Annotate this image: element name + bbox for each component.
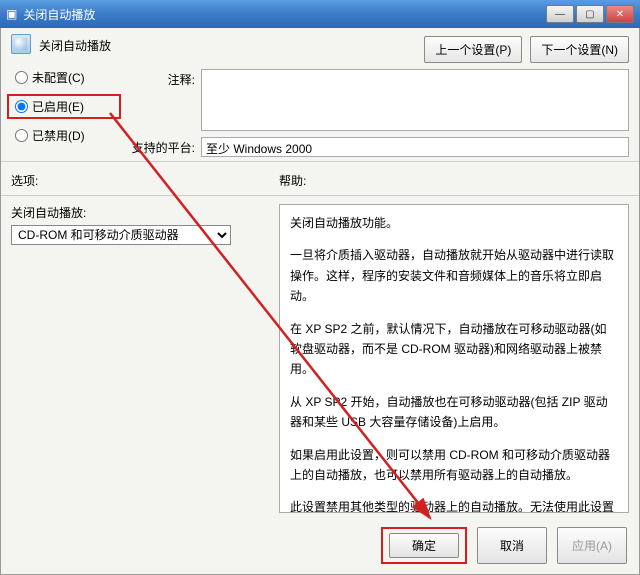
apply-button[interactable]: 应用(A) — [557, 527, 627, 564]
radio-enabled-input[interactable] — [15, 100, 28, 113]
cancel-button[interactable]: 取消 — [477, 527, 547, 564]
prev-setting-button[interactable]: 上一个设置(P) — [424, 36, 522, 63]
radio-enabled[interactable]: 已启用(E) — [11, 98, 115, 115]
radio-not-configured[interactable]: 未配置(C) — [11, 69, 121, 86]
maximize-button[interactable]: ▢ — [576, 5, 604, 23]
help-paragraph: 此设置禁用其他类型的驱动器上的自动播放。无法使用此设置在默认情况下已禁用的自动播… — [290, 497, 618, 513]
help-paragraph: 如果启用此设置，则可以禁用 CD-ROM 和可移动介质驱动器上的自动播放，也可以… — [290, 445, 618, 486]
minimize-button[interactable]: — — [546, 5, 574, 23]
radio-enabled-label: 已启用(E) — [32, 98, 84, 115]
page-icon — [11, 34, 31, 54]
ok-button[interactable]: 确定 — [389, 533, 459, 558]
help-paragraph: 在 XP SP2 之前，默认情况下，自动播放在可移动驱动器(如软盘驱动器，而不是… — [290, 319, 618, 380]
help-paragraph: 关闭自动播放功能。 — [290, 213, 618, 233]
options-field-label: 关闭自动播放: — [11, 204, 269, 221]
autoplay-off-select[interactable]: CD-ROM 和可移动介质驱动器 — [11, 225, 231, 245]
comment-textarea[interactable] — [201, 69, 629, 131]
help-section-label: 帮助: — [279, 172, 629, 189]
highlight-enabled: 已启用(E) — [7, 94, 121, 119]
highlight-ok: 确定 — [381, 527, 467, 564]
radio-disabled-label: 已禁用(D) — [32, 127, 85, 144]
window-title: 关闭自动播放 — [23, 6, 95, 23]
comment-label: 注释: — [129, 69, 195, 88]
window-icon: ▣ — [6, 7, 17, 21]
platform-value: 至少 Windows 2000 — [201, 137, 629, 157]
title-bar: ▣ 关闭自动播放 — ▢ ✕ — [0, 0, 640, 28]
help-paragraph: 一旦将介质插入驱动器，自动播放就开始从驱动器中进行读取操作。这样，程序的安装文件… — [290, 245, 618, 306]
page-title: 关闭自动播放 — [39, 34, 111, 54]
radio-not-configured-label: 未配置(C) — [32, 69, 85, 86]
radio-disabled[interactable]: 已禁用(D) — [11, 127, 121, 144]
next-setting-button[interactable]: 下一个设置(N) — [530, 36, 629, 63]
platform-label: 支持的平台: — [129, 137, 195, 156]
radio-not-configured-input[interactable] — [15, 71, 28, 84]
options-section-label: 选项: — [11, 172, 279, 189]
radio-disabled-input[interactable] — [15, 129, 28, 142]
help-text-panel[interactable]: 关闭自动播放功能。 一旦将介质插入驱动器，自动播放就开始从驱动器中进行读取操作。… — [279, 204, 629, 513]
help-paragraph: 从 XP SP2 开始，自动播放也在可移动驱动器(包括 ZIP 驱动器和某些 U… — [290, 392, 618, 433]
close-button[interactable]: ✕ — [606, 5, 634, 23]
